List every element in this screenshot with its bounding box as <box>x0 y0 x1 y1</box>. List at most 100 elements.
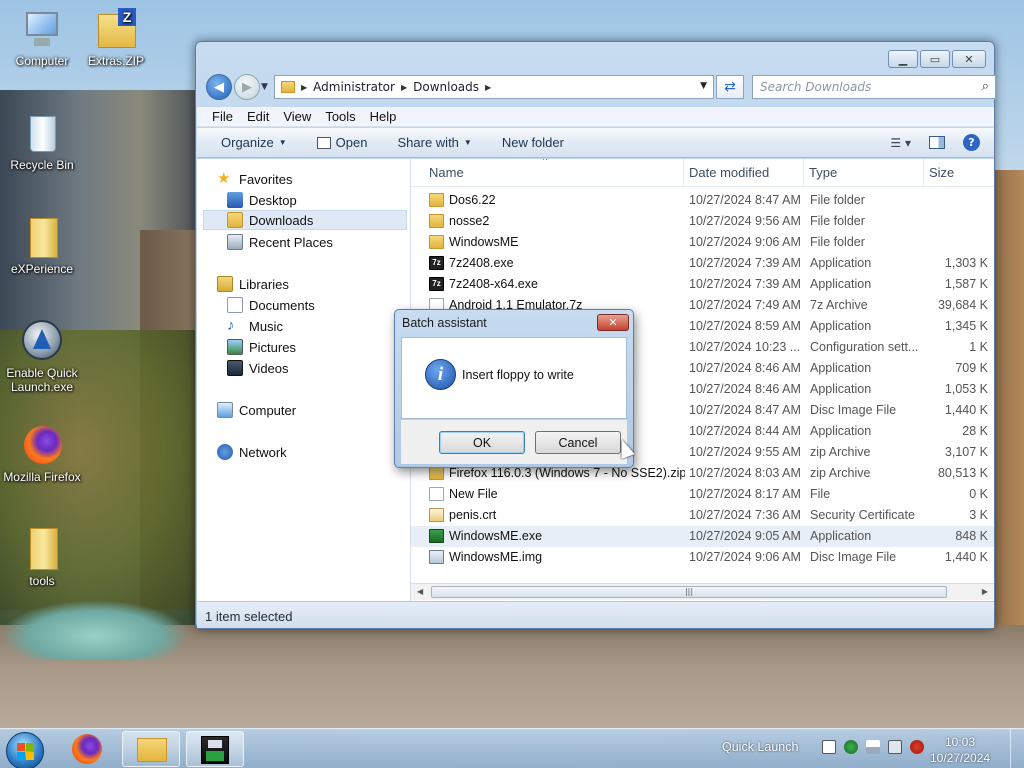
recent-pages-dropdown[interactable]: ▼ <box>261 82 268 92</box>
search-placeholder: Search Downloads <box>760 80 872 94</box>
status-text: 1 item selected <box>205 609 293 624</box>
menu-bar: File Edit View Tools Help <box>197 107 994 127</box>
menu-edit[interactable]: Edit <box>247 109 269 124</box>
quick-launch-toolbar[interactable]: Quick Launch <box>722 740 798 754</box>
search-icon[interactable]: ⌕ <box>982 79 989 94</box>
refresh-button[interactable]: ⇄ <box>716 75 744 99</box>
arrow-left-icon: ◀ <box>214 79 224 95</box>
menu-view[interactable]: View <box>283 109 311 124</box>
column-header-name[interactable]: Name <box>429 165 464 180</box>
taskbar-clock[interactable]: 10:03 10/27/2024 <box>930 734 990 766</box>
file-date: 10/27/2024 8:44 AM <box>689 424 801 438</box>
clock-date: 10/27/2024 <box>930 751 991 765</box>
maximize-button[interactable]: ▭ <box>920 50 950 68</box>
nav-desktop[interactable]: Desktop <box>227 190 297 210</box>
floppy-app-icon <box>201 736 229 764</box>
maximize-icon: ▭ <box>929 52 941 66</box>
breadcrumb-item-administrator[interactable]: Administrator <box>313 80 395 94</box>
search-input[interactable]: Search Downloads ⌕ <box>752 75 996 99</box>
scroll-right-icon[interactable]: ▶ <box>982 587 988 596</box>
desktop-icon-computer[interactable]: Computer <box>0 8 84 68</box>
7zip-icon: 7z <box>429 277 444 291</box>
back-button[interactable]: ◀ <box>206 74 232 100</box>
desktop-icon-experience[interactable]: eXPerience <box>0 216 84 276</box>
new-folder-button[interactable]: New folder <box>502 135 564 150</box>
menu-tools[interactable]: Tools <box>325 109 355 124</box>
file-date: 10/27/2024 8:46 AM <box>689 361 801 375</box>
share-with-button[interactable]: Share with ▼ <box>397 135 471 150</box>
breadcrumb-item-downloads[interactable]: Downloads <box>413 80 479 94</box>
start-button[interactable] <box>6 732 44 768</box>
nav-libraries[interactable]: Libraries <box>217 274 289 294</box>
help-icon[interactable]: ? <box>963 134 980 151</box>
file-row[interactable]: New File 10/27/2024 8:17 AM File 0 K <box>411 484 994 505</box>
file-name: penis.crt <box>449 508 497 522</box>
windows-logo-icon <box>17 743 34 760</box>
organize-button[interactable]: Organize ▼ <box>221 135 287 150</box>
security-check-icon[interactable] <box>844 740 858 754</box>
file-row[interactable]: 7z 7z2408.exe 10/27/2024 7:39 AM Applica… <box>411 253 994 274</box>
nav-network[interactable]: Network <box>217 442 287 462</box>
folder-icon <box>429 214 444 228</box>
address-bar[interactable]: ▶ Administrator ▶ Downloads ▶ ▼ <box>274 75 714 99</box>
column-header-size[interactable]: Size <box>929 165 954 180</box>
file-row[interactable]: nosse2 10/27/2024 9:56 AM File folder <box>411 211 994 232</box>
desktop-icon-tools[interactable]: tools <box>0 528 84 588</box>
nav-pictures[interactable]: Pictures <box>227 337 296 357</box>
music-icon: ♪ <box>227 317 235 334</box>
taskbar-batch-assistant-button[interactable] <box>186 731 244 767</box>
taskbar-firefox-button[interactable] <box>60 731 118 767</box>
document-icon[interactable] <box>822 740 836 754</box>
preview-pane-button[interactable] <box>929 136 945 149</box>
menu-help[interactable]: Help <box>370 109 397 124</box>
file-row-selected[interactable]: WindowsME.exe 10/27/2024 9:05 AM Applica… <box>411 526 994 547</box>
view-options-button[interactable]: ☰ ▾ <box>890 136 911 150</box>
column-header-type[interactable]: Type <box>809 165 837 180</box>
file-row[interactable]: WindowsME.img 10/27/2024 9:06 AM Disc Im… <box>411 547 994 568</box>
file-row[interactable]: penis.crt 10/27/2024 7:36 AM Security Ce… <box>411 505 994 526</box>
file-row[interactable]: WindowsME 10/27/2024 9:06 AM File folder <box>411 232 994 253</box>
nav-videos[interactable]: Videos <box>227 358 289 378</box>
desktop-icon-label: Recycle Bin <box>10 158 74 172</box>
scroll-left-icon[interactable]: ◀ <box>417 587 423 596</box>
desktop-icon-mozilla-firefox[interactable]: Mozilla Firefox <box>0 424 84 484</box>
horizontal-scrollbar[interactable]: ◀ ||| ▶ <box>411 583 994 600</box>
desktop-icon-label: eXPerience <box>10 262 74 276</box>
taskbar-explorer-button[interactable] <box>122 731 180 767</box>
nav-favorites[interactable]: ★ Favorites <box>217 169 292 189</box>
ok-button[interactable]: OK <box>439 431 525 454</box>
flag-icon[interactable] <box>866 740 880 754</box>
desktop-icon-enable-quick-launch[interactable]: Enable Quick Launch.exe <box>0 320 84 394</box>
nav-recent-places[interactable]: Recent Places <box>227 232 333 252</box>
menu-file[interactable]: File <box>212 109 233 124</box>
desktop-icon-extras-zip[interactable]: Z Extras.ZIP <box>74 8 158 68</box>
address-dropdown-icon[interactable]: ▼ <box>700 81 707 91</box>
dialog-close-button[interactable]: ✕ <box>597 314 629 331</box>
volume-muted-icon[interactable] <box>910 740 924 754</box>
nav-music[interactable]: ♪ Music <box>227 316 283 336</box>
desktop-icon-recycle-bin[interactable]: Recycle Bin <box>0 112 84 172</box>
file-date: 10/27/2024 9:05 AM <box>689 529 801 543</box>
file-row[interactable]: 7z 7z2408-x64.exe 10/27/2024 7:39 AM App… <box>411 274 994 295</box>
folder-icon <box>20 528 64 572</box>
cancel-button[interactable]: Cancel <box>535 431 621 454</box>
forward-button[interactable]: ▶ <box>234 74 260 100</box>
column-header-date[interactable]: Date modified <box>689 165 769 180</box>
breadcrumb-separator: ▶ <box>400 82 408 92</box>
nav-documents[interactable]: Documents <box>227 295 315 315</box>
file-type: Application <box>810 529 872 543</box>
zip-folder-icon: Z <box>94 8 138 52</box>
network-icon[interactable] <box>888 740 902 754</box>
open-button[interactable]: Open <box>316 135 367 150</box>
file-size: 1,053 K <box>944 382 988 396</box>
arrow-right-icon: ▶ <box>242 79 252 95</box>
status-bar: 1 item selected <box>197 601 994 628</box>
file-name: New File <box>449 487 498 501</box>
file-row[interactable]: Dos6.22 10/27/2024 8:47 AM File folder <box>411 190 994 211</box>
nav-downloads[interactable]: Downloads <box>203 210 407 230</box>
scrollbar-thumb[interactable]: ||| <box>431 586 947 598</box>
nav-computer[interactable]: Computer <box>217 400 296 420</box>
show-desktop-button[interactable] <box>1010 729 1024 768</box>
close-button[interactable]: ✕ <box>952 50 986 68</box>
minimize-button[interactable]: ▁ <box>888 50 918 68</box>
